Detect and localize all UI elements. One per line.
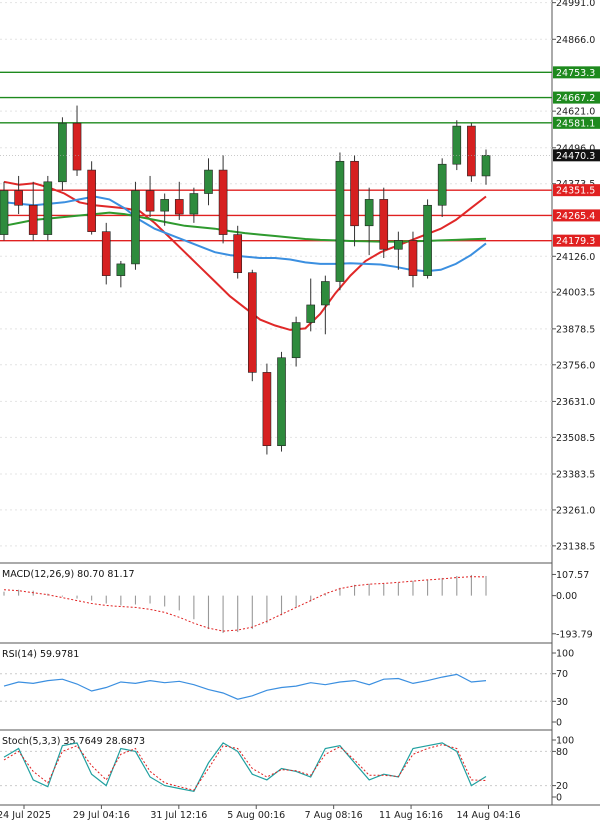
candle-body [204,169,213,194]
candle-body [101,231,111,276]
trading-chart: 107.57 0.00 -193.79 MACD(12,26,9) 80.70 81.… [0,0,600,825]
candle-body [423,204,432,276]
candle-body [87,169,96,232]
time-tick-label: 14 Aug 04:16 [456,810,520,821]
candle-body [233,234,243,274]
candle-body [116,263,126,276]
candle-body [481,155,491,177]
candle-body [58,122,67,183]
chart-canvas: 107.57 0.00 -193.79 MACD(12,26,9) 80.70 81.… [0,0,600,821]
candle-body [189,193,199,215]
grid-layer [0,0,600,806]
candle-body [174,199,184,215]
price-tick-label: 23508.5 [556,433,595,444]
candle-body [437,163,447,206]
candle-body [14,190,23,206]
candle-body [28,204,38,235]
price-tick-label: 23631.0 [556,397,595,408]
candle-body [72,122,82,171]
time-tick-label: 31 Jul 12:16 [150,810,207,821]
time-tick-label: 5 Aug 00:16 [227,810,285,821]
indicator-tick-label: 0 [556,793,562,804]
indicator-tick-label: 107.57 [556,570,589,581]
candle-body [364,199,374,227]
time-tick-label: 29 Jul 04:16 [73,810,130,821]
level-price-label: 24753.3 [556,68,595,79]
indicator-label: RSI(14) 59.9781 [2,649,79,660]
indicator-tick-label: 0 [556,718,562,729]
indicator-tick-label: 70 [556,669,568,680]
candle-body [145,190,155,212]
price-tick-label: 23383.5 [556,470,595,481]
indicator-tick-label: 30 [556,697,568,708]
price-tick-label: 24621.0 [556,107,595,118]
price-tick-label: 23756.0 [556,360,595,371]
price-tick-label: 23138.5 [556,541,595,552]
level-price-label: 24351.5 [556,186,595,197]
level-price-label: 24581.1 [556,118,595,129]
level-price-label: 24667.2 [556,93,595,104]
indicator-tick-label: 100 [556,736,574,747]
candle-body [452,125,462,165]
indicator-label: MACD(12,26,9) 80.70 81.17 [2,569,135,580]
panel-bg-0 [0,0,552,563]
level-price-label: 24265.4 [556,211,595,222]
indicator-label: Stoch(5,3,3) 35.7649 28.6873 [2,736,145,747]
candle-body [291,322,301,359]
current-price-label: 24470.3 [556,151,595,162]
candle-body [218,169,228,235]
candle-body [262,372,272,447]
indicator-tick-label: 100 [556,649,574,660]
price-tick-label: 23878.5 [556,324,595,335]
candle-body [350,160,359,227]
indicator-tick-label: 20 [556,781,568,792]
price-tick-label: 24126.0 [556,252,595,263]
indicator-tick-label: -193.79 [556,629,593,640]
candle-body [160,199,169,212]
candle-body [394,240,403,250]
indicator-tick-label: 0.00 [556,591,577,602]
candle-body [306,304,316,323]
price-tick-label: 24003.5 [556,288,595,299]
candle-body [379,199,389,250]
candle-body [247,272,257,373]
candle-body [335,160,345,282]
indicator-tick-label: 80 [556,747,568,758]
candle-body [43,181,53,235]
time-tick-label: 7 Aug 08:16 [305,810,363,821]
time-tick-label: 24 Jul 2025 [0,810,51,821]
candle-body [131,190,140,265]
level-price-label: 24179.3 [556,236,595,247]
candle-body [467,125,476,177]
candle-body [277,357,286,447]
panel-bg-2 [0,645,552,730]
price-tick-label: 23261.0 [556,505,595,516]
price-tick-label: 24991.0 [556,0,595,9]
candle-body [0,190,9,235]
time-tick-label: 11 Aug 16:16 [379,810,443,821]
price-tick-label: 24866.0 [556,35,595,46]
candle-body [321,281,330,306]
candle-body [408,240,418,276]
